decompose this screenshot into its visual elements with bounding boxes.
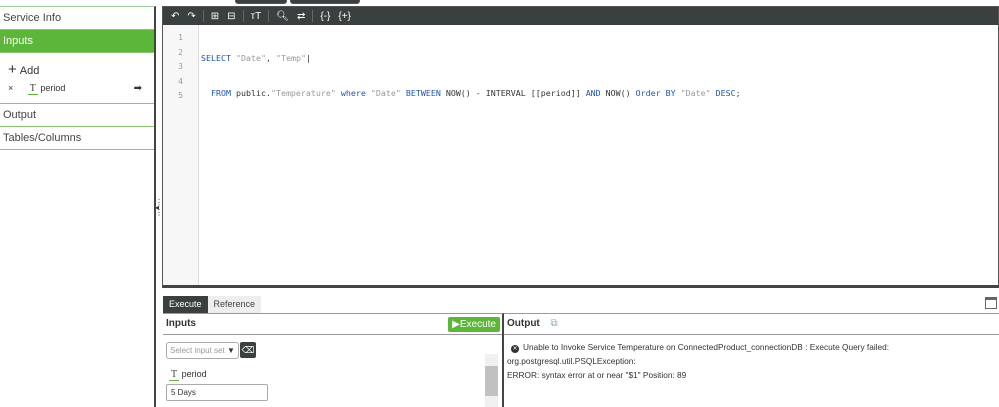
error-message: ✕ Unable to Invoke Service Temperature on… bbox=[507, 340, 997, 382]
code-line: SELECT "Date", "Temp"| bbox=[201, 53, 311, 63]
uncomment-icon[interactable]: ⊟ bbox=[223, 11, 239, 22]
text-type-icon: T bbox=[27, 83, 38, 95]
expand-icon[interactable]: {+} bbox=[334, 11, 355, 22]
add-input-button[interactable]: + Add bbox=[8, 61, 39, 78]
code-content[interactable]: SELECT "Date", "Temp"| FROM public."Temp… bbox=[199, 25, 741, 285]
line-number: 4 bbox=[178, 76, 183, 86]
line-number: 2 bbox=[178, 47, 183, 57]
plus-icon: + bbox=[8, 61, 17, 78]
search-icon[interactable]: 🔍︎ bbox=[272, 11, 293, 22]
input-param-row[interactable]: × T period ➡ bbox=[8, 83, 148, 95]
format-icon[interactable]: ᴛT bbox=[247, 11, 266, 22]
redo-icon[interactable]: ↷ bbox=[183, 11, 199, 22]
comment-icon[interactable]: ⊞ bbox=[207, 11, 223, 22]
sidebar-item-tables-columns[interactable]: Tables/Columns bbox=[0, 127, 154, 150]
execute-inputs-panel: Inputs ▶Execute Select input set ▼ ⌫ T p… bbox=[163, 313, 504, 407]
sql-editor[interactable]: ↶ ↷ ⊞ ⊟ ᴛT 🔍︎ ⇄ {-} {+} 1 2 3 4 5 SELECT… bbox=[162, 6, 999, 288]
line-number: 3 bbox=[178, 62, 183, 71]
period-input[interactable]: 5 Days bbox=[166, 384, 268, 401]
eraser-icon[interactable]: ⌫ bbox=[240, 342, 256, 358]
collapse-icon[interactable]: {-} bbox=[316, 11, 334, 22]
splitter-handle[interactable]: ⋮ ◂ ⋮ bbox=[155, 199, 163, 217]
popout-icon[interactable]: ⧉ bbox=[551, 318, 558, 329]
execute-button[interactable]: ▶Execute bbox=[448, 317, 500, 332]
sidebar-item-output[interactable]: Output bbox=[0, 104, 154, 127]
error-line-2: ERROR: syntax error at or near "$1" Posi… bbox=[507, 370, 687, 380]
bottom-tabs: Execute Reference bbox=[163, 296, 262, 313]
top-button[interactable] bbox=[235, 0, 287, 4]
scrollbar[interactable] bbox=[485, 354, 498, 407]
layout-toggle-icon[interactable] bbox=[985, 297, 997, 309]
line-number: 1 bbox=[178, 33, 183, 42]
error-icon: ✕ bbox=[511, 345, 519, 353]
tab-execute[interactable]: Execute bbox=[163, 296, 208, 313]
inputs-list: + Add × T period ➡ bbox=[0, 53, 154, 104]
code-line: FROM public."Temperature" where "Date" B… bbox=[211, 87, 741, 98]
output-title-text: Output bbox=[507, 318, 540, 329]
remove-icon[interactable]: × bbox=[8, 83, 13, 93]
execute-label: Execute bbox=[459, 319, 496, 330]
line-number: 5 bbox=[178, 91, 183, 100]
param-label: T period bbox=[169, 369, 207, 381]
param-name: period bbox=[40, 83, 66, 93]
undo-icon[interactable]: ↶ bbox=[167, 11, 183, 22]
line-gutter: 1 2 3 4 5 bbox=[163, 25, 199, 285]
input-set-select[interactable]: Select input set ▼ bbox=[166, 342, 239, 359]
text-type-icon: T bbox=[169, 369, 180, 381]
sidebar: Service Info Inputs + Add × T period ➡ Ou… bbox=[0, 6, 156, 407]
sidebar-item-service-info[interactable]: Service Info bbox=[0, 7, 154, 30]
output-panel: Output ⧉ ✕ Unable to Invoke Service Tempe… bbox=[504, 313, 999, 407]
add-label: Add bbox=[19, 65, 40, 77]
arrow-right-icon[interactable]: ➡ bbox=[134, 83, 142, 94]
editor-toolbar: ↶ ↷ ⊞ ⊟ ᴛT 🔍︎ ⇄ {-} {+} bbox=[163, 7, 998, 25]
output-title: Output ⧉ bbox=[504, 314, 999, 335]
sidebar-item-inputs[interactable]: Inputs bbox=[0, 30, 154, 53]
error-line-1: Unable to Invoke Service Temperature on … bbox=[507, 342, 890, 366]
replace-icon[interactable]: ⇄ bbox=[293, 11, 309, 22]
top-button[interactable] bbox=[290, 0, 360, 4]
select-placeholder: Select input set bbox=[170, 346, 225, 355]
tab-reference[interactable]: Reference bbox=[207, 296, 262, 313]
param-label-text: period bbox=[181, 369, 207, 379]
caret-down-icon: ▼ bbox=[226, 346, 235, 355]
